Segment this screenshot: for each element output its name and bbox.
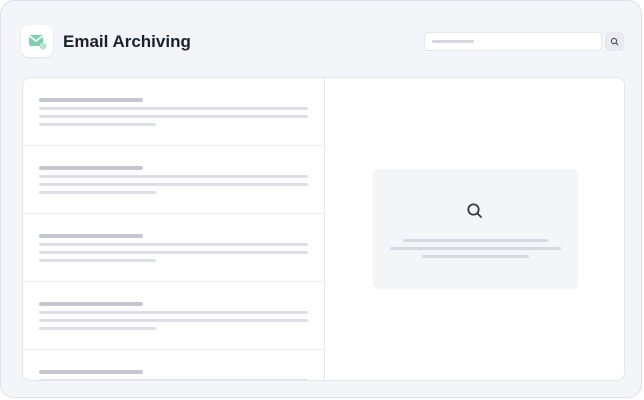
email-snippet-placeholder — [39, 115, 308, 118]
email-subject-placeholder — [39, 166, 143, 170]
mail-icon — [29, 35, 47, 50]
email-snippet-placeholder — [39, 379, 308, 380]
email-snippet-placeholder — [39, 327, 156, 330]
email-snippet-placeholder — [39, 183, 308, 186]
email-snippet-placeholder — [39, 191, 156, 194]
search-icon — [610, 37, 619, 46]
content-panel — [22, 77, 625, 381]
email-snippet-placeholder — [39, 175, 308, 178]
email-subject-placeholder — [39, 98, 143, 102]
email-snippet-placeholder — [39, 319, 308, 322]
email-list — [23, 78, 325, 380]
email-snippet-placeholder — [39, 251, 308, 254]
app-title: Email Archiving — [63, 32, 191, 51]
email-list-item[interactable] — [23, 282, 324, 350]
empty-state-text-placeholder — [403, 239, 548, 242]
search-button[interactable] — [605, 32, 624, 51]
email-list-item[interactable] — [23, 350, 324, 380]
preview-pane — [325, 78, 624, 380]
email-subject-placeholder — [39, 370, 143, 374]
email-list-item[interactable] — [23, 78, 324, 146]
email-snippet-placeholder — [39, 259, 156, 262]
email-snippet-placeholder — [39, 123, 156, 126]
email-subject-placeholder — [39, 302, 143, 306]
empty-state-text-placeholder — [422, 255, 529, 258]
email-subject-placeholder — [39, 234, 143, 238]
email-list-item[interactable] — [23, 146, 324, 214]
search-icon — [467, 203, 482, 218]
email-snippet-placeholder — [39, 107, 308, 110]
empty-state-text-placeholder — [390, 247, 561, 250]
email-list-item[interactable] — [23, 214, 324, 282]
app-window: Email Archiving — [0, 0, 642, 398]
email-snippet-placeholder — [39, 243, 308, 246]
search-placeholder — [432, 40, 474, 43]
email-snippet-placeholder — [39, 311, 308, 314]
empty-state-card — [373, 169, 578, 289]
search-input[interactable] — [424, 32, 602, 51]
app-logo — [21, 25, 53, 57]
